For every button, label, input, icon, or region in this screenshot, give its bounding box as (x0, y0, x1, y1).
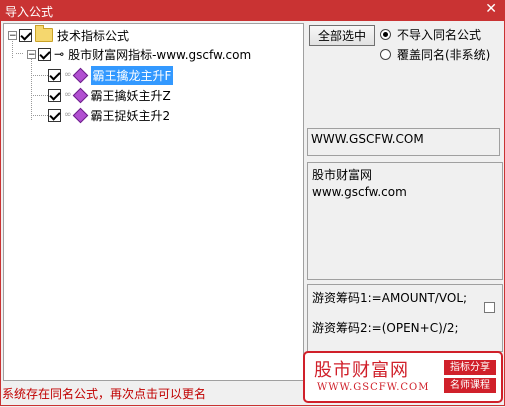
banner-tag: 名师课程 (444, 378, 496, 393)
radio-dot[interactable] (380, 29, 391, 40)
formula-line: 游资筹码2:=(OPEN+C)/2; (312, 321, 459, 335)
formula-line: 游资筹码1:=AMOUNT/VOL; (312, 291, 468, 305)
link-icon: ∞ (64, 90, 72, 100)
folder-icon (35, 25, 53, 42)
link-icon: ∞ (64, 110, 72, 120)
root-checkbox[interactable] (19, 28, 32, 42)
collapse-icon[interactable]: − (27, 49, 36, 59)
formula-gem-icon (72, 67, 88, 83)
close-icon[interactable]: ✕ (485, 1, 497, 17)
item-checkbox[interactable] (48, 88, 61, 102)
radio-overwrite-duplicates[interactable]: 覆盖同名(非系统) (380, 46, 490, 63)
tree-item[interactable]: ∞ 霸王捉妖主升2 (48, 106, 170, 124)
radio-dot[interactable] (380, 49, 391, 60)
group-label: 股市财富网指标-www.gscfw.com (68, 47, 252, 62)
description-line: 股市财富网 (312, 168, 373, 182)
item-label[interactable]: 霸王擒妖主升Z (91, 87, 171, 104)
banner-brand: 股市财富网 (314, 360, 409, 381)
select-all-button[interactable]: 全部选中 (309, 25, 375, 46)
formula-tree[interactable]: − 技术指标公式 − ⊸ 股市财富网指标-www.gscfw.com ∞ 霸王擒… (3, 23, 304, 381)
description-panel[interactable]: 股市财富网 www.gscfw.com (307, 162, 503, 280)
source-url-field: WWW.GSCFW.COM (307, 128, 500, 156)
window-title: 导入公式 (5, 5, 54, 19)
item-label[interactable]: 霸王捉妖主升2 (91, 107, 171, 124)
item-checkbox[interactable] (48, 68, 61, 82)
description-line: www.gscfw.com (312, 185, 407, 199)
formula-gem-icon (72, 87, 88, 103)
banner-tag: 指标分享 (444, 360, 496, 375)
radio-skip-duplicates[interactable]: 不导入同名公式 (380, 26, 481, 43)
link-icon: ∞ (64, 70, 72, 80)
formula-gem-icon (72, 107, 88, 123)
item-checkbox[interactable] (48, 108, 61, 122)
item-label[interactable]: 霸王擒龙主升F (90, 65, 174, 85)
status-message: 系统存在同名公式，再次点击可以更名 (2, 387, 207, 401)
source-url: WWW.GSCFW.COM (311, 132, 424, 146)
radio-label: 不导入同名公式 (397, 28, 482, 42)
tree-item[interactable]: ∞ 霸王擒龙主升F (48, 65, 174, 85)
root-label: 技术指标公式 (57, 28, 130, 43)
group-checkbox[interactable] (38, 47, 51, 61)
promo-banner[interactable]: 股市财富网 WWW.GSCFW.COM 指标分享 名师课程 (303, 351, 503, 403)
preview-checkbox[interactable] (484, 302, 495, 313)
formula-preview[interactable]: 游资筹码1:=AMOUNT/VOL; 游资筹码2:=(OPEN+C)/2; (307, 284, 503, 352)
title-bar: 导入公式 ✕ (0, 0, 505, 21)
key-icon: ⊸ (54, 47, 65, 61)
tree-node-group[interactable]: − ⊸ 股市财富网指标-www.gscfw.com (27, 45, 251, 63)
tree-node-root[interactable]: − 技术指标公式 (8, 25, 130, 44)
radio-label: 覆盖同名(非系统) (397, 48, 491, 62)
tree-item[interactable]: ∞ 霸王擒妖主升Z (48, 86, 171, 104)
banner-website: WWW.GSCFW.COM (317, 382, 430, 393)
collapse-icon[interactable]: − (8, 30, 17, 40)
